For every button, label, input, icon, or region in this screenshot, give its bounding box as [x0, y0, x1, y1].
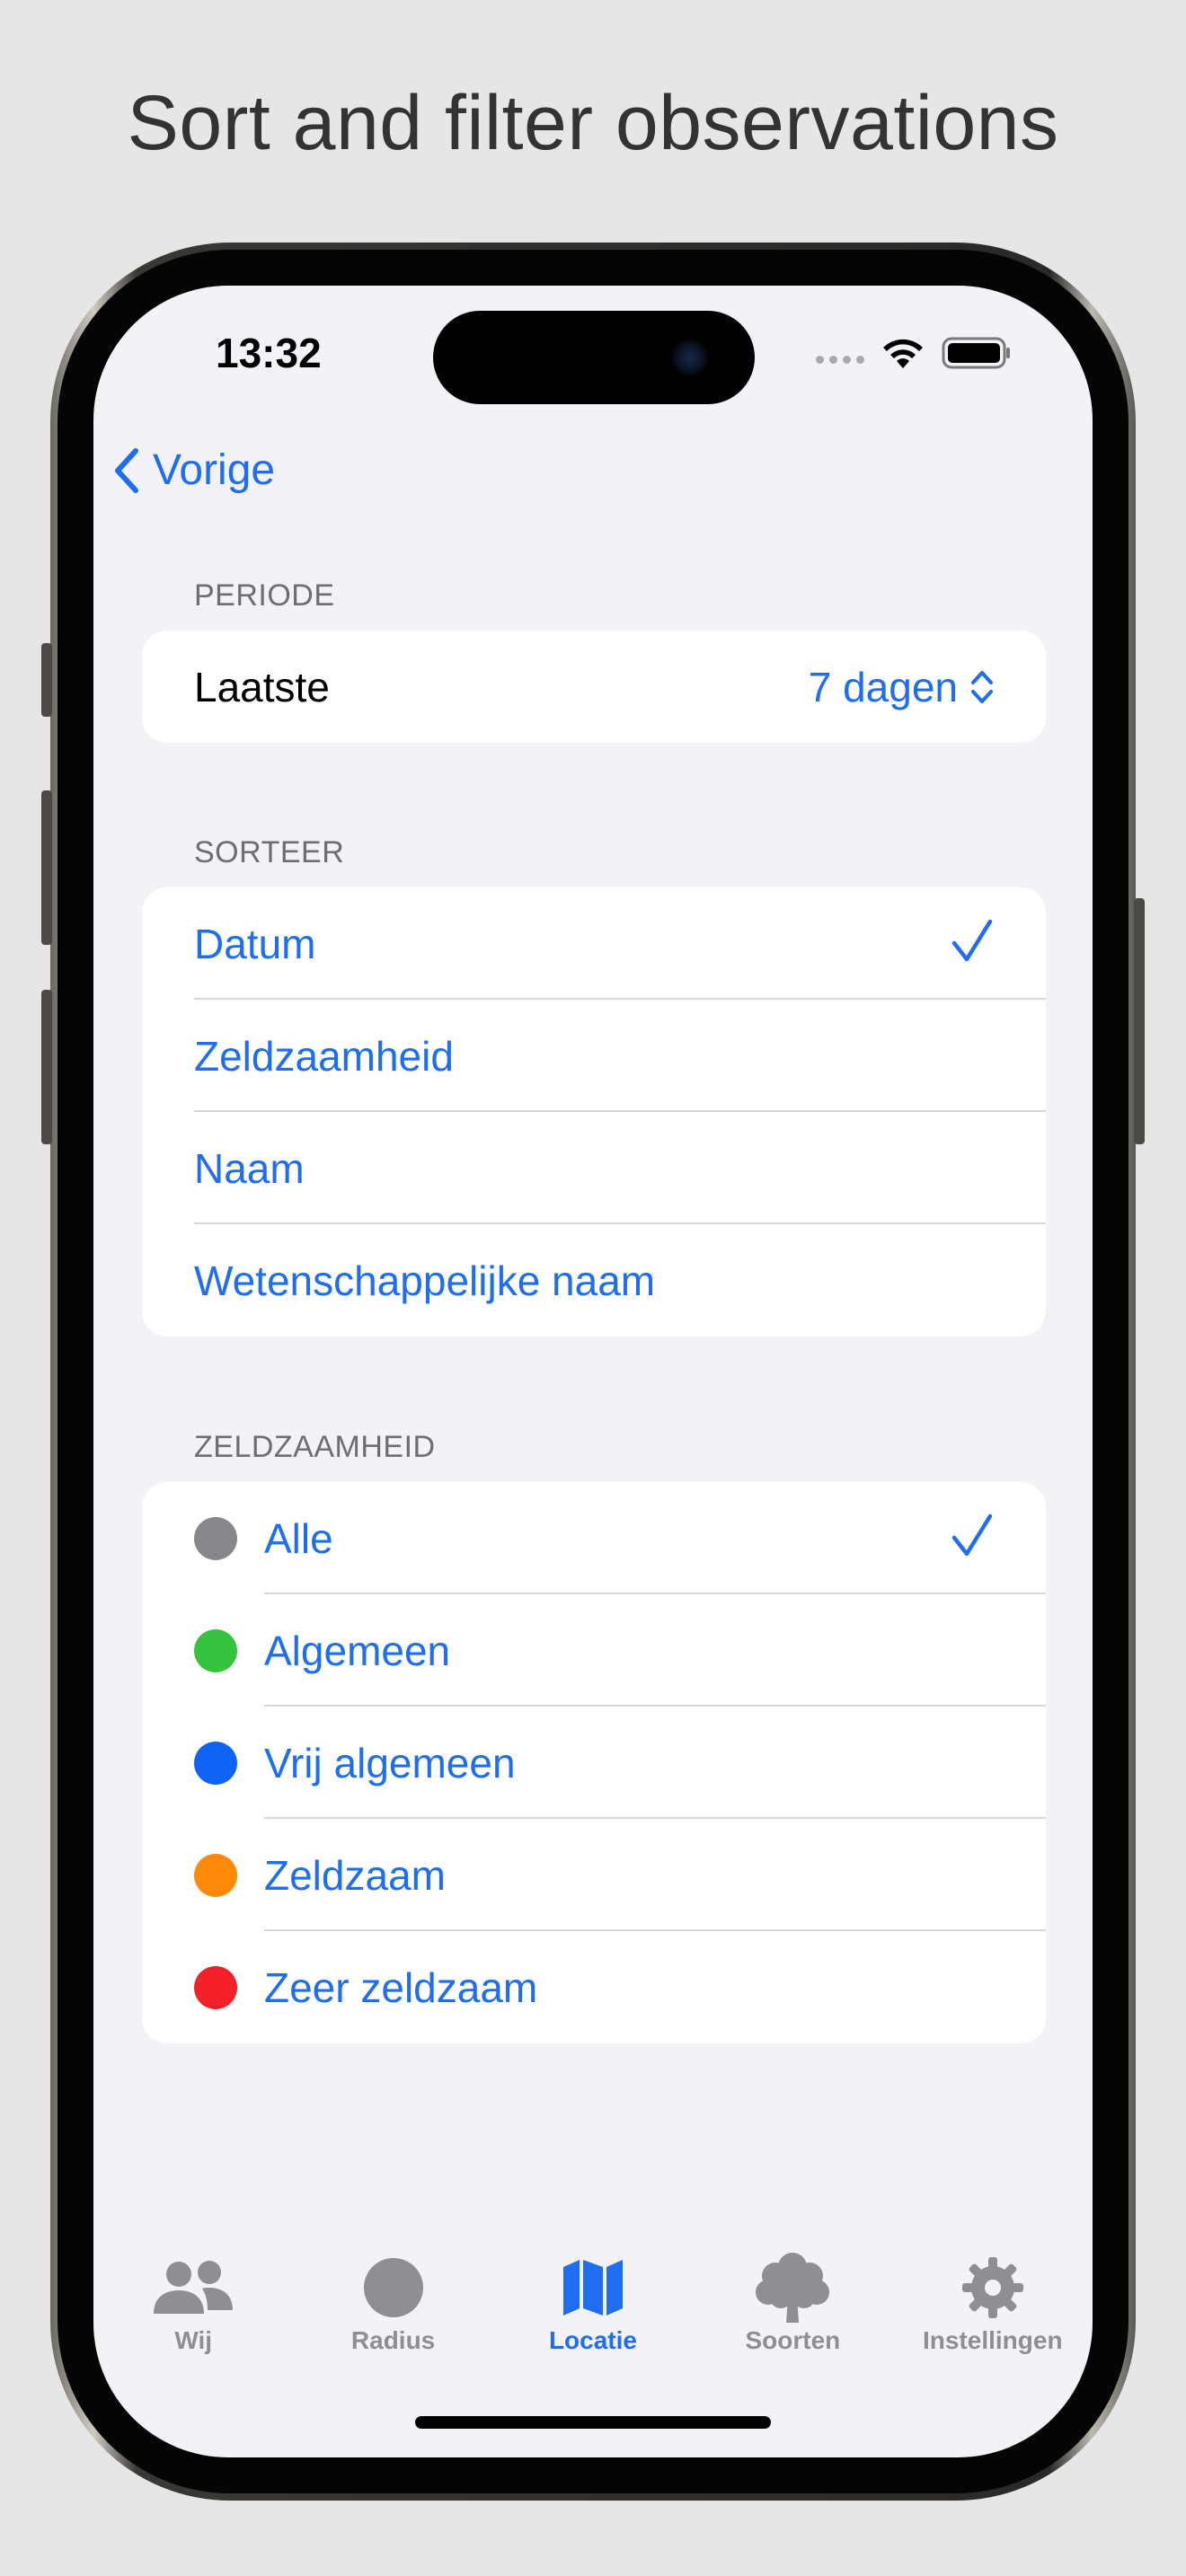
tab-label: Radius: [350, 2326, 436, 2354]
tab-label: Soorten: [745, 2326, 841, 2354]
map-icon: [562, 2260, 623, 2316]
checkmark-icon: [951, 1513, 993, 1557]
sort-option-label: Datum: [194, 920, 316, 967]
rarity-dot: [194, 1853, 237, 1897]
checkmark-icon: [951, 919, 993, 962]
tab-soorten[interactable]: Soorten: [693, 2253, 892, 2360]
status-icons: [816, 336, 1012, 370]
action-button: [41, 643, 52, 717]
back-button[interactable]: Vorige: [113, 446, 275, 495]
rarity-option-fairly-common[interactable]: Vrij algemeen: [142, 1707, 1046, 1819]
rarity-option-very-rare[interactable]: Zeer zeldzaam: [142, 1931, 1046, 2043]
tab-wij[interactable]: Wij: [93, 2253, 293, 2360]
sort-option-scientific-name[interactable]: Wetenschappelijke naam: [142, 1224, 1046, 1337]
camera-icon: [670, 338, 710, 377]
sort-section-header: SORTEER: [194, 835, 345, 869]
signal-icon: [816, 355, 864, 364]
sort-option-name[interactable]: Naam: [142, 1112, 1046, 1224]
rarity-dot: [194, 1965, 237, 2009]
rarity-dot: [194, 1516, 237, 1560]
rarity-option-label: Algemeen: [264, 1627, 451, 1674]
period-picker[interactable]: 7 dagen: [809, 663, 994, 711]
battery-icon: [942, 337, 1010, 369]
sort-group: Datum Zeldzaamheid Naam Wetenschappelijk…: [142, 887, 1046, 1337]
tab-label: Locatie: [548, 2326, 637, 2354]
rarity-option-rare[interactable]: Zeldzaam: [142, 1819, 1046, 1931]
power-button: [1134, 898, 1145, 1144]
sort-option-label: Naam: [194, 1144, 305, 1192]
chevron-up-down-icon: [971, 670, 993, 703]
page-headline: Sort and filter observations: [127, 80, 1059, 166]
period-label: Laatste: [194, 663, 330, 710]
rarity-section-header: ZELDZAAMHEID: [194, 1430, 436, 1464]
chevron-left-icon: [115, 447, 138, 493]
sort-option-label: Wetenschappelijke naam: [194, 1257, 656, 1304]
sort-option-date[interactable]: Datum: [142, 887, 1046, 1000]
status-time: 13:32: [216, 330, 322, 376]
rarity-dot: [194, 1628, 237, 1672]
phone-screen: 13:32 Vorige PERIODE Laatste 7 dagen SOR…: [93, 286, 1093, 2457]
tab-radius[interactable]: Radius: [293, 2253, 492, 2360]
period-picker-row[interactable]: Laatste 7 dagen: [142, 631, 1046, 743]
tab-locatie[interactable]: Locatie: [493, 2253, 693, 2360]
rarity-dot: [194, 1741, 237, 1785]
wifi-icon: [883, 339, 923, 368]
period-group: Laatste 7 dagen: [142, 631, 1046, 743]
volume-up-button: [41, 790, 52, 945]
rarity-option-label: Vrij algemeen: [264, 1739, 516, 1786]
rarity-option-all[interactable]: Alle: [142, 1482, 1046, 1594]
gear-icon: [961, 2257, 1023, 2318]
rarity-group: Alle Algemeen Vrij algemeen Zeldzaam Zee…: [142, 1482, 1046, 2043]
rarity-option-common[interactable]: Algemeen: [142, 1594, 1046, 1707]
sort-option-rarity[interactable]: Zeldzaamheid: [142, 1000, 1046, 1112]
tab-label: Instellingen: [922, 2326, 1063, 2354]
tree-icon: [756, 2253, 830, 2323]
period-value: 7 dagen: [808, 663, 958, 710]
circle-icon: [363, 2258, 423, 2317]
rarity-option-label: Alle: [264, 1514, 333, 1562]
back-label: Vorige: [153, 446, 276, 494]
tab-label: Wij: [174, 2326, 213, 2354]
volume-down-button: [41, 990, 52, 1144]
rarity-option-label: Zeer zeldzaam: [264, 1963, 538, 2011]
sort-option-label: Zeldzaamheid: [194, 1032, 454, 1080]
home-indicator: [415, 2416, 771, 2429]
people-icon: [154, 2261, 234, 2314]
period-section-header: PERIODE: [194, 578, 335, 613]
tab-bar: Wij Radius Locatie Soorten Instellingen: [93, 2253, 1093, 2360]
rarity-option-label: Zeldzaam: [264, 1851, 446, 1899]
tab-instellingen[interactable]: Instellingen: [893, 2253, 1093, 2360]
